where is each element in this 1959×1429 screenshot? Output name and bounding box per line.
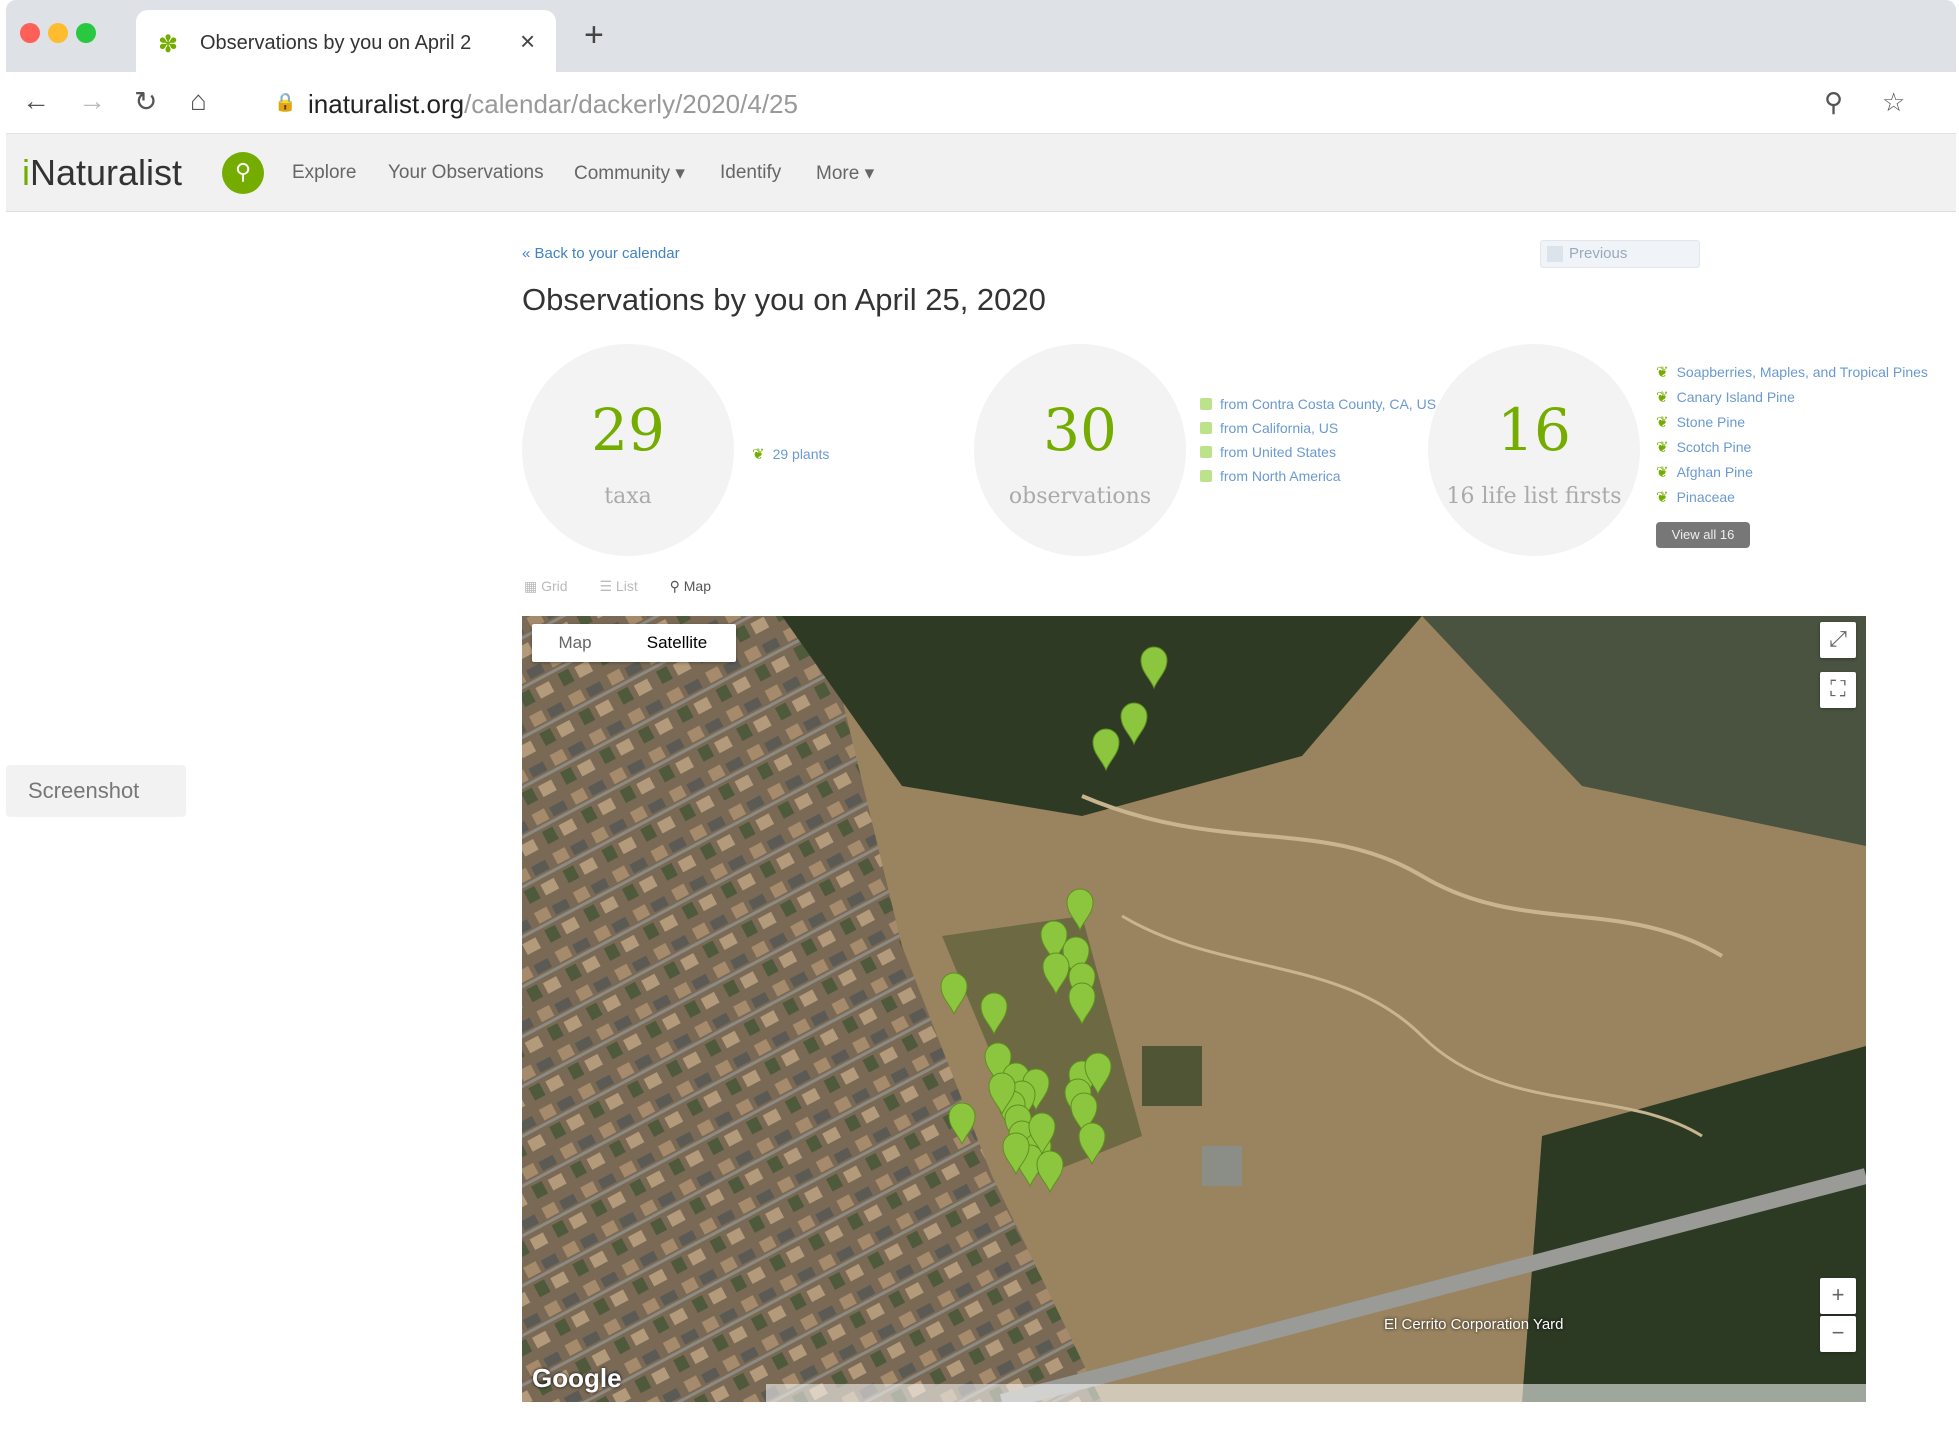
observation-marker[interactable] bbox=[1120, 702, 1148, 746]
life-list-item[interactable]: ❦ Afghan Pine bbox=[1656, 460, 1928, 485]
search-icon[interactable]: ⚲ bbox=[222, 152, 264, 194]
leaf-icon: ❦ bbox=[752, 446, 765, 463]
places-list: from Contra Costa County, CA, US from Ca… bbox=[1200, 392, 1436, 488]
observation-marker[interactable] bbox=[1068, 982, 1096, 1026]
minimize-window-icon[interactable] bbox=[48, 23, 68, 43]
address-row: ← → ↻ ⌂ 🔒 inaturalist.org/calendar/dacke… bbox=[6, 72, 1956, 134]
observation-marker[interactable] bbox=[948, 1102, 976, 1146]
inaturalist-logo[interactable]: iNaturalist bbox=[22, 152, 182, 194]
inaturalist-favicon-icon: ✽ bbox=[158, 31, 179, 58]
life-list-item[interactable]: ❦ Canary Island Pine bbox=[1656, 385, 1928, 410]
google-logo: Google bbox=[532, 1363, 622, 1393]
map-type-control: Map Satellite bbox=[532, 624, 736, 662]
close-window-icon[interactable] bbox=[20, 23, 40, 43]
nav-your-observations[interactable]: Your Observations bbox=[388, 162, 544, 184]
bookmark-star-icon[interactable]: ☆ bbox=[1882, 87, 1905, 118]
list-view-tab[interactable]: ☰ List bbox=[599, 578, 651, 594]
observation-marker[interactable] bbox=[1078, 1122, 1106, 1166]
observation-marker[interactable] bbox=[1042, 952, 1070, 996]
close-tab-icon[interactable]: × bbox=[520, 26, 535, 57]
observation-marker[interactable] bbox=[980, 992, 1008, 1036]
forward-arrow-icon[interactable]: → bbox=[78, 85, 106, 117]
leaf-icon: ❦ bbox=[1656, 489, 1669, 506]
site-header: iNaturalist ⚲ Explore Your Observations … bbox=[6, 134, 1956, 212]
place-item[interactable]: from North America bbox=[1200, 464, 1436, 488]
url-text: inaturalist.org/calendar/dackerly/2020/4… bbox=[308, 89, 798, 119]
observation-marker[interactable] bbox=[1140, 646, 1168, 690]
place-icon bbox=[1200, 398, 1212, 410]
view-all-button[interactable]: View all 16 bbox=[1656, 522, 1750, 548]
marker-layer bbox=[940, 646, 1168, 1194]
zoom-out-button[interactable]: − bbox=[1820, 1316, 1856, 1352]
nav-explore[interactable]: Explore bbox=[292, 162, 356, 184]
screen: ✽ Observations by you on April 2 × + ← →… bbox=[0, 0, 1959, 1429]
leaf-icon: ❦ bbox=[1656, 389, 1669, 406]
lock-icon: 🔒 bbox=[274, 92, 297, 112]
map-type-map[interactable]: Map bbox=[532, 624, 618, 662]
observation-marker[interactable] bbox=[1092, 728, 1120, 772]
life-list-item[interactable]: ❦ Pinaceae bbox=[1656, 485, 1928, 510]
place-item[interactable]: from California, US bbox=[1200, 416, 1436, 440]
observations-stat-circle[interactable]: 30 observations bbox=[974, 344, 1186, 556]
view-toggle: ▦ Grid ☰ List ⚲ Map bbox=[524, 578, 739, 595]
reload-icon[interactable]: ↻ bbox=[134, 85, 157, 118]
observations-map[interactable]: Map Satellite ⤢ ⛶ + − El Cerrito Corpora… bbox=[522, 616, 1866, 1402]
zoom-icon[interactable]: ⚲ bbox=[1824, 87, 1843, 118]
map-attribution bbox=[766, 1384, 1866, 1402]
life-list-items: ❦ Soapberries, Maples, and Tropical Pines… bbox=[1656, 360, 1928, 510]
previous-button[interactable]: Previous bbox=[1540, 240, 1700, 268]
leaf-icon: ❦ bbox=[1656, 464, 1669, 481]
zoom-in-button[interactable]: + bbox=[1820, 1278, 1856, 1314]
leaf-icon: ❦ bbox=[1656, 364, 1669, 381]
back-to-calendar-link[interactable]: « Back to your calendar bbox=[522, 245, 680, 262]
fullscreen-icon[interactable]: ⛶ bbox=[1820, 672, 1856, 708]
browser-tab[interactable]: ✽ Observations by you on April 2 × bbox=[136, 10, 556, 72]
observations-label: observations bbox=[1008, 484, 1152, 509]
observation-marker[interactable] bbox=[940, 972, 968, 1016]
place-item[interactable]: from United States bbox=[1200, 440, 1436, 464]
nav-more[interactable]: More ▾ bbox=[816, 162, 874, 185]
observations-count: 30 bbox=[1043, 396, 1117, 464]
place-icon bbox=[1200, 446, 1212, 458]
tab-bar: ✽ Observations by you on April 2 × + bbox=[6, 0, 1956, 72]
life-list-stat-circle[interactable]: 16 16 life list firsts bbox=[1428, 344, 1640, 556]
place-icon bbox=[1200, 470, 1212, 482]
grid-view-tab[interactable]: ▦ Grid bbox=[524, 578, 582, 594]
map-type-satellite[interactable]: Satellite bbox=[618, 624, 736, 662]
home-icon[interactable]: ⌂ bbox=[190, 85, 207, 117]
life-list-count: 16 bbox=[1497, 396, 1571, 464]
taxa-note[interactable]: ❦ 29 plants bbox=[752, 442, 829, 467]
page-title: Observations by you on April 25, 2020 bbox=[522, 282, 1046, 317]
screenshot-label: Screenshot bbox=[6, 765, 186, 817]
place-item[interactable]: from Contra Costa County, CA, US bbox=[1200, 392, 1436, 416]
tab-title: Observations by you on April 2 bbox=[200, 32, 472, 54]
new-tab-icon[interactable]: + bbox=[584, 16, 604, 55]
layers-icon[interactable]: ⤢ bbox=[1820, 622, 1856, 658]
nav-community[interactable]: Community ▾ bbox=[574, 162, 685, 185]
taxa-stat-circle[interactable]: 29 taxa bbox=[522, 344, 734, 556]
leaf-icon: ❦ bbox=[1656, 439, 1669, 456]
taxa-count: 29 bbox=[591, 396, 665, 464]
observation-marker[interactable] bbox=[1066, 888, 1094, 932]
taxa-label: taxa bbox=[604, 484, 652, 509]
life-list-item[interactable]: ❦ Stone Pine bbox=[1656, 410, 1928, 435]
observation-marker[interactable] bbox=[1036, 1150, 1064, 1194]
place-icon bbox=[1200, 422, 1212, 434]
map-view-tab[interactable]: ⚲ Map bbox=[670, 578, 725, 594]
leaf-icon: ❦ bbox=[1656, 414, 1669, 431]
place-label: El Cerrito Corporation Yard bbox=[1384, 1316, 1564, 1333]
previous-icon bbox=[1547, 246, 1563, 262]
nav-identify[interactable]: Identify bbox=[720, 162, 781, 184]
zoom-window-icon[interactable] bbox=[76, 23, 96, 43]
back-arrow-icon[interactable]: ← bbox=[22, 85, 50, 117]
life-list-item[interactable]: ❦ Soapberries, Maples, and Tropical Pines bbox=[1656, 360, 1928, 385]
life-list-item[interactable]: ❦ Scotch Pine bbox=[1656, 435, 1928, 460]
address-bar[interactable]: 🔒 inaturalist.org/calendar/dackerly/2020… bbox=[256, 80, 1856, 126]
browser-chrome: ✽ Observations by you on April 2 × + ← →… bbox=[6, 0, 1956, 215]
life-list-label: 16 life list firsts bbox=[1446, 484, 1622, 509]
